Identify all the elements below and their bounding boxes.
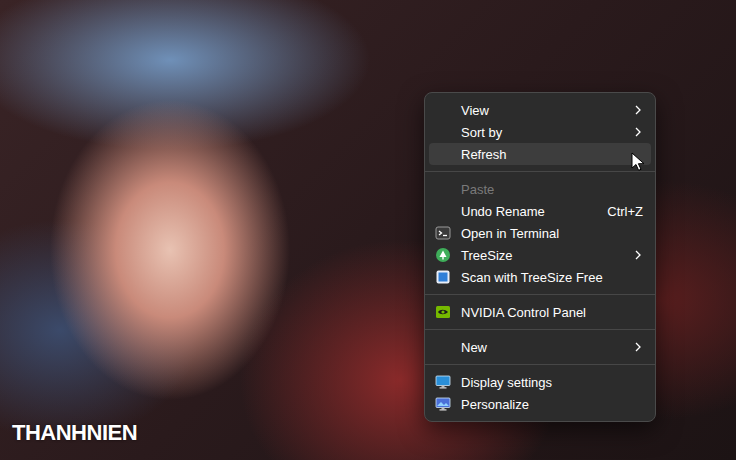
context-menu: View Sort by Refresh Paste Undo Rename Ctrl+Z… — [424, 92, 656, 422]
menu-item-label: Scan with TreeSize Free — [461, 270, 643, 285]
menu-item-label: Sort by — [461, 125, 625, 140]
menu-item[interactable]: NVIDIA Control Panel — [429, 301, 651, 323]
watermark: THANHNIEN — [12, 422, 137, 444]
menu-item-label: Personalize — [461, 397, 643, 412]
menu-item-icon-slot — [435, 203, 451, 219]
mouse-pointer-icon — [631, 152, 645, 172]
menu-item[interactable]: TreeSize — [429, 244, 651, 266]
menu-item[interactable]: Personalize — [429, 393, 651, 415]
menu-item[interactable]: New — [429, 336, 651, 358]
chevron-right-icon — [633, 249, 643, 261]
menu-item-label: TreeSize — [461, 248, 625, 263]
menu-item-label: View — [461, 103, 625, 118]
menu-item-icon-slot — [435, 181, 451, 197]
menu-item[interactable]: Open in Terminal — [429, 222, 651, 244]
nvidia-icon — [435, 304, 451, 320]
terminal-icon — [435, 225, 451, 241]
menu-item-icon-slot — [435, 102, 451, 118]
monitor-icon — [435, 374, 451, 390]
menu-item[interactable]: Undo Rename Ctrl+Z — [429, 200, 651, 222]
chevron-right-icon — [633, 104, 643, 116]
menu-item-label: Display settings — [461, 375, 643, 390]
menu-item-label: Refresh — [461, 147, 643, 162]
personalize-icon — [435, 396, 451, 412]
menu-separator — [425, 294, 655, 295]
menu-item[interactable]: Display settings — [429, 371, 651, 393]
menu-item[interactable]: Paste — [429, 178, 651, 200]
menu-item-label: NVIDIA Control Panel — [461, 305, 643, 320]
menu-item-label: New — [461, 340, 625, 355]
desktop[interactable]: THANHNIEN View Sort by Refresh Paste Undo Ren… — [0, 0, 736, 460]
treesize-icon — [435, 247, 451, 263]
menu-item[interactable]: Sort by — [429, 121, 651, 143]
scan-icon — [435, 269, 451, 285]
chevron-right-icon — [633, 341, 643, 353]
menu-item[interactable]: View — [429, 99, 651, 121]
menu-item-label: Open in Terminal — [461, 226, 643, 241]
menu-item[interactable]: Scan with TreeSize Free — [429, 266, 651, 288]
menu-separator — [425, 329, 655, 330]
menu-item-icon-slot — [435, 339, 451, 355]
menu-item-icon-slot — [435, 124, 451, 140]
menu-item-label: Paste — [461, 182, 643, 197]
menu-separator — [425, 364, 655, 365]
menu-item[interactable]: Refresh — [429, 143, 651, 165]
menu-separator — [425, 171, 655, 172]
chevron-right-icon — [633, 126, 643, 138]
menu-item-icon-slot — [435, 146, 451, 162]
shortcut-label: Ctrl+Z — [607, 204, 643, 219]
menu-item-label: Undo Rename — [461, 204, 595, 219]
